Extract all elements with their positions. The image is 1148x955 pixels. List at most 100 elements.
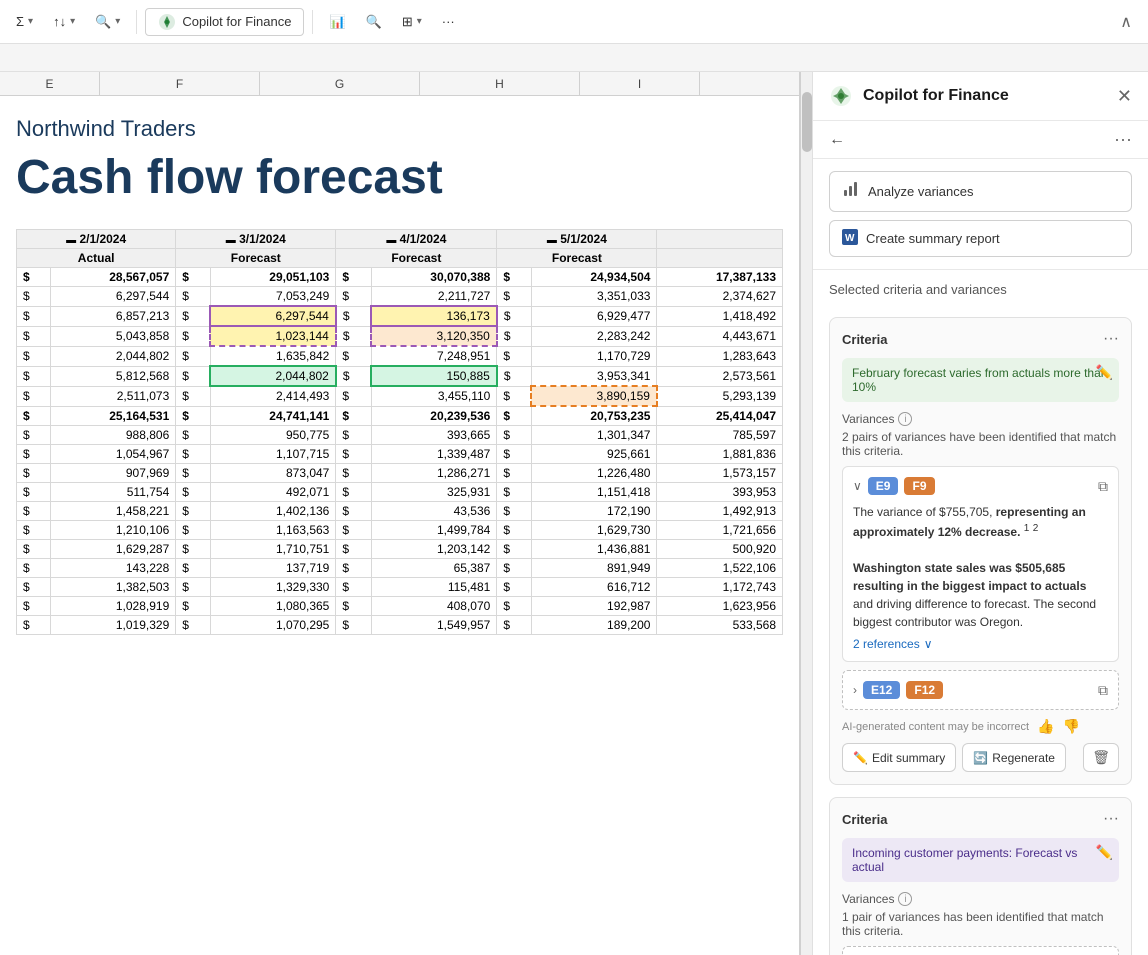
cell-tag-f9: F9 <box>904 477 934 495</box>
find-button[interactable]: 🔍 ▾ <box>87 10 128 34</box>
col-f: F <box>100 72 260 95</box>
nav-back-button[interactable]: ← <box>829 131 845 149</box>
variance-1-text: The variance of $755,705, representing a… <box>853 503 1108 631</box>
table-row: $28,567,057 $29,051,103 $30,070,388 $24,… <box>17 268 783 287</box>
copilot-close-button[interactable]: ✕ <box>1117 86 1132 107</box>
grid-chevron-icon: ▾ <box>417 16 422 27</box>
criteria-1-label: Criteria <box>842 332 888 347</box>
variance-2-tags: › E12 F12 ⧉ <box>853 681 1108 699</box>
create-summary-button[interactable]: W Create summary report <box>829 220 1132 257</box>
criteria-1-more-button[interactable]: ··· <box>1103 330 1119 348</box>
camera-icon: 🔍 <box>366 14 382 30</box>
table-row: $6,857,213 $6,297,544 $136,173 $6,929,47… <box>17 306 783 326</box>
variance-2-copy-button[interactable]: ⧉ <box>1098 682 1108 699</box>
sigma-button[interactable]: Σ ▾ <box>8 10 41 33</box>
refresh-icon: 🔄 <box>973 751 988 765</box>
date-header-2: ▬ 3/1/2024 <box>176 230 336 249</box>
table-row: $25,164,531 $24,741,141 $20,239,536 $20,… <box>17 406 783 426</box>
chart-icon: 📊 <box>329 14 345 30</box>
sep1 <box>136 10 137 34</box>
criteria-card-2-header: Criteria ··· <box>842 810 1119 828</box>
variances-1-desc: 2 pairs of variances have been identifie… <box>842 430 1119 458</box>
variance-item-3: › E10 F10 ⧉ <box>842 946 1119 955</box>
chart-button[interactable]: 📊 <box>321 10 353 34</box>
variances-1-label: Variances i <box>842 412 1119 426</box>
variance-1-refs[interactable]: 2 references ∨ <box>853 637 1108 651</box>
date-header-4: ▬ 5/1/2024 <box>497 230 657 249</box>
grid-icon: ⊞ <box>402 14 413 30</box>
table-row: $2,511,073 $2,414,493 $3,455,110 $3,890,… <box>17 386 783 406</box>
spreadsheet-content: Northwind Traders Cash flow forecast ▬ 2… <box>0 96 799 655</box>
analyze-icon <box>842 180 860 203</box>
criteria-card-1-header: Criteria ··· <box>842 330 1119 348</box>
cell-tag-e12: E12 <box>863 681 900 699</box>
edit-summary-button[interactable]: ✏️ Edit summary <box>842 743 956 772</box>
find-chevron-icon: ▾ <box>115 16 120 27</box>
create-summary-label: Create summary report <box>866 231 1000 246</box>
table-row: $907,969$873,047$1,286,271$1,226,4801,57… <box>17 464 783 483</box>
variance-2-expand-button[interactable]: › <box>853 683 857 697</box>
thumb-up-button[interactable]: 👍 <box>1037 718 1054 735</box>
variances-2-label: Variances i <box>842 892 1119 906</box>
main-toolbar: Σ ▾ ↑↓ ▾ 🔍 ▾ Copilot for Finance 📊 🔍 ⊞ ▾… <box>0 0 1148 44</box>
table-row: $1,382,503$1,329,330$115,481$616,7121,17… <box>17 578 783 597</box>
table-row: $5,043,858 $1,023,144 $3,120,350 $2,283,… <box>17 326 783 346</box>
col-i: I <box>580 72 700 95</box>
action-footer: ✏️ Edit summary 🔄 Regenerate 🗑 <box>842 743 1119 772</box>
criteria-2-edit-button[interactable]: ✏️ <box>1096 844 1113 861</box>
col-e: E <box>0 72 100 95</box>
variance-1-copy-button[interactable]: ⧉ <box>1098 478 1108 495</box>
grid-button[interactable]: ⊞ ▾ <box>394 10 430 34</box>
report-title: Cash flow forecast <box>16 150 783 205</box>
col-headers: E F G H I <box>0 72 799 96</box>
copilot-logo-icon <box>829 84 853 108</box>
criteria-2-more-button[interactable]: ··· <box>1103 810 1119 828</box>
criteria-1-text: February forecast varies from actuals mo… <box>842 358 1119 402</box>
subheader-actual: Actual <box>17 249 176 268</box>
table-row: $143,228$137,719$65,387$891,9491,522,106 <box>17 559 783 578</box>
trash-button[interactable]: 🗑 <box>1083 743 1119 772</box>
subheader-forecast-2: Forecast <box>336 249 497 268</box>
secondary-toolbar <box>0 44 1148 72</box>
table-row: $1,054,967$1,107,715$1,339,487$925,6611,… <box>17 445 783 464</box>
expand-button[interactable]: ∧ <box>1112 8 1140 36</box>
date-header-1: ▬ 2/1/2024 <box>17 230 176 249</box>
variances-info-icon: i <box>898 412 912 426</box>
scroll-thumb[interactable] <box>802 92 812 152</box>
copilot-actions: Analyze variances W Create summary repor… <box>813 159 1148 270</box>
sep2 <box>312 10 313 34</box>
subheader-forecast-3: Forecast <box>497 249 657 268</box>
analyze-variances-label: Analyze variances <box>868 184 974 199</box>
variance-1-expand-button[interactable]: ∨ <box>853 479 862 493</box>
criteria-1-edit-button[interactable]: ✏️ <box>1096 364 1113 381</box>
copilot-toolbar-button[interactable]: Copilot for Finance <box>145 8 304 36</box>
table-row: $1,210,106$1,163,563$1,499,784$1,629,730… <box>17 521 783 540</box>
copilot-panel-title: Copilot for Finance <box>863 87 1107 105</box>
variances-2-desc: 1 pair of variances has been identified … <box>842 910 1119 938</box>
sigma-label: Σ <box>16 14 24 29</box>
criteria-2-label: Criteria <box>842 812 888 827</box>
table-row: $1,629,287$1,710,751$1,203,142$1,436,881… <box>17 540 783 559</box>
sort-chevron-icon: ▾ <box>70 16 75 27</box>
word-icon: W <box>842 229 858 248</box>
analyze-variances-button[interactable]: Analyze variances <box>829 171 1132 212</box>
table-row: $511,754$492,071$325,931$1,151,418393,95… <box>17 483 783 502</box>
nav-more-button[interactable]: ··· <box>1114 129 1132 150</box>
criteria-card-2: Criteria ··· Incoming customer payments:… <box>829 797 1132 955</box>
regenerate-button[interactable]: 🔄 Regenerate <box>962 743 1066 772</box>
thumb-down-button[interactable]: 👎 <box>1063 718 1080 735</box>
copilot-toolbar-icon <box>158 13 176 31</box>
spreadsheet: E F G H I Northwind Traders Cash flow fo… <box>0 72 800 955</box>
scrollbar[interactable] <box>800 72 812 955</box>
table-row: $988,806$950,775$393,665$1,301,347785,59… <box>17 426 783 445</box>
copilot-panel: Copilot for Finance ✕ ← ··· Analyze vari… <box>812 72 1148 955</box>
variance-item-2: › E12 F12 ⧉ <box>842 670 1119 710</box>
more-button[interactable]: ··· <box>434 10 463 33</box>
camera-button[interactable]: 🔍 <box>358 10 390 34</box>
sort-button[interactable]: ↑↓ ▾ <box>45 10 83 33</box>
col-g: G <box>260 72 420 95</box>
table-row: $1,458,221$1,402,136$43,536$172,1901,492… <box>17 502 783 521</box>
more-icon: ··· <box>442 14 455 29</box>
sort-label: ↑↓ <box>53 14 66 29</box>
variance-1-tags: ∨ E9 F9 ⧉ <box>853 477 1108 495</box>
